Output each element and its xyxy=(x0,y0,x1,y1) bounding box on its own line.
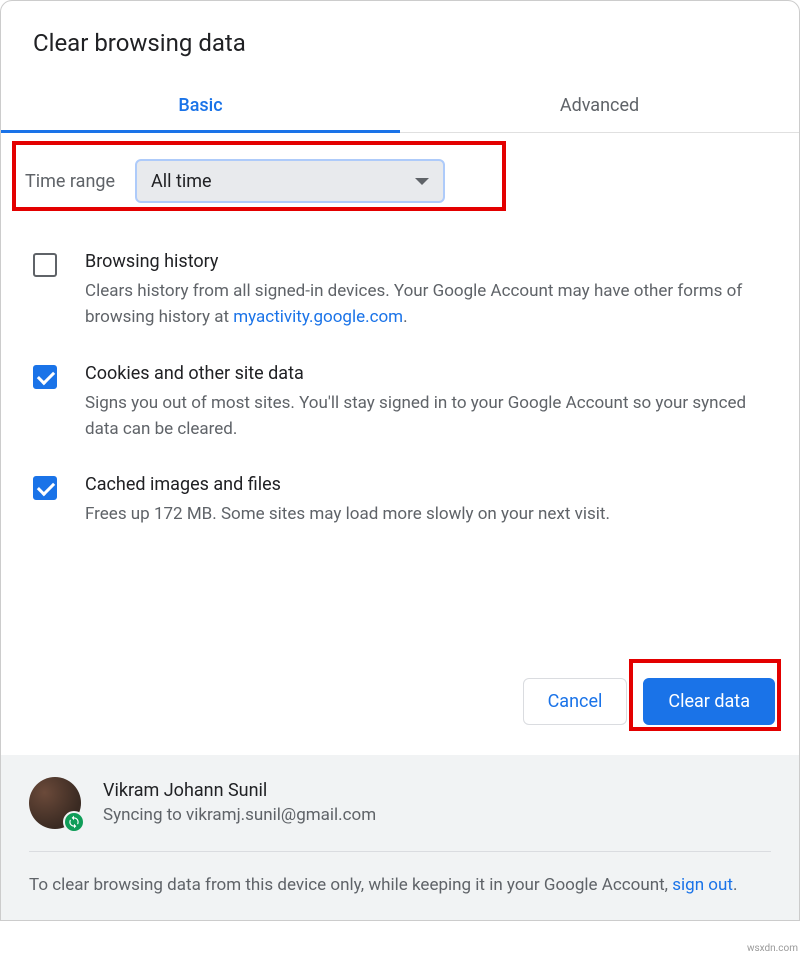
myactivity-link[interactable]: myactivity.google.com xyxy=(233,307,403,327)
option-desc: Frees up 172 MB. Some sites may load mor… xyxy=(85,501,767,527)
option-title: Browsing history xyxy=(85,251,767,272)
option-cached: Cached images and files Frees up 172 MB.… xyxy=(33,464,767,549)
option-text: Cookies and other site data Signs you ou… xyxy=(85,363,767,443)
option-title: Cached images and files xyxy=(85,474,767,495)
footer: Vikram Johann Sunil Syncing to vikramj.s… xyxy=(1,755,799,920)
account-info: Vikram Johann Sunil Syncing to vikramj.s… xyxy=(103,780,376,825)
sign-out-link[interactable]: sign out xyxy=(672,875,733,895)
account-name: Vikram Johann Sunil xyxy=(103,780,376,801)
tab-basic[interactable]: Basic xyxy=(1,81,400,132)
option-text: Cached images and files Frees up 172 MB.… xyxy=(85,474,767,527)
watermark: wsxdn.com xyxy=(747,943,798,954)
account-row: Vikram Johann Sunil Syncing to vikramj.s… xyxy=(29,777,771,852)
option-desc: Clears history from all signed-in device… xyxy=(85,278,767,331)
tab-advanced[interactable]: Advanced xyxy=(400,81,799,132)
option-browsing-history: Browsing history Clears history from all… xyxy=(33,241,767,353)
account-status: Syncing to vikramj.sunil@gmail.com xyxy=(103,805,376,825)
options-list: Browsing history Clears history from all… xyxy=(1,229,799,550)
annotation-highlight-time-range xyxy=(12,141,506,211)
sync-badge-icon xyxy=(63,811,85,833)
checkbox-cached[interactable] xyxy=(33,476,57,500)
checkbox-browsing-history[interactable] xyxy=(33,253,57,277)
footnote: To clear browsing data from this device … xyxy=(29,852,771,898)
option-title: Cookies and other site data xyxy=(85,363,767,384)
option-cookies: Cookies and other site data Signs you ou… xyxy=(33,353,767,465)
checkbox-cookies[interactable] xyxy=(33,365,57,389)
annotation-highlight-clear-data xyxy=(629,659,781,731)
avatar-wrap xyxy=(29,777,81,829)
clear-browsing-data-dialog: Clear browsing data Basic Advanced Time … xyxy=(0,0,800,921)
option-text: Browsing history Clears history from all… xyxy=(85,251,767,331)
option-desc: Signs you out of most sites. You'll stay… xyxy=(85,390,767,443)
dialog-title: Clear browsing data xyxy=(1,1,799,81)
cancel-button[interactable]: Cancel xyxy=(523,678,628,725)
tabs: Basic Advanced xyxy=(1,81,799,133)
